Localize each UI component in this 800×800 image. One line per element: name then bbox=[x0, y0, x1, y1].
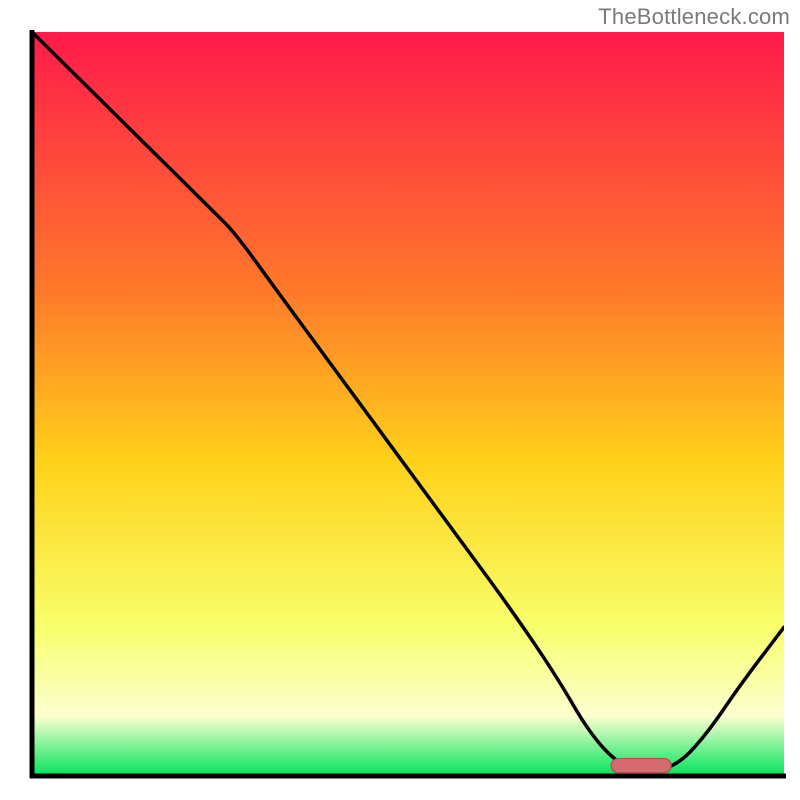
bottleneck-chart bbox=[0, 0, 800, 800]
optimal-range-marker bbox=[611, 759, 671, 773]
chart-container: { "attribution": "TheBottleneck.com", "c… bbox=[0, 0, 800, 800]
